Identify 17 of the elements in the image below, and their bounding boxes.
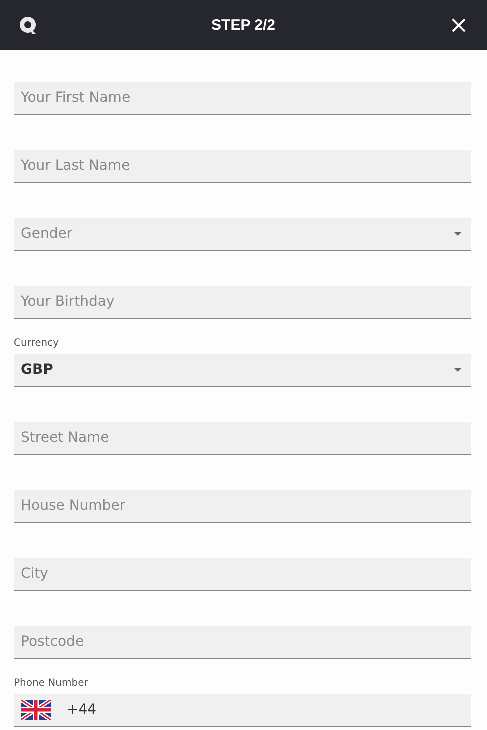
input-field[interactable]: Your Last Name	[14, 150, 471, 183]
close-button[interactable]: ×	[444, 13, 473, 37]
flag-icon	[21, 700, 51, 720]
phone-field[interactable]: +44	[14, 694, 471, 727]
logo-icon	[18, 15, 38, 35]
field-label: Phone Number	[14, 678, 90, 689]
input-field[interactable]: Postcode	[14, 626, 471, 659]
field-label: Currency	[14, 338, 60, 349]
step-title: STEP 2/2	[212, 16, 276, 34]
input-field[interactable]: House Number	[14, 490, 471, 523]
caret-icon	[454, 232, 462, 236]
input-field[interactable]: Your First Name	[14, 82, 471, 115]
caret-icon	[454, 368, 462, 372]
input-field[interactable]: Your Birthday	[14, 286, 471, 319]
input-field[interactable]: City	[14, 558, 471, 591]
select-field[interactable]: GBP	[14, 354, 471, 387]
input-field[interactable]: Street Name	[14, 422, 471, 455]
